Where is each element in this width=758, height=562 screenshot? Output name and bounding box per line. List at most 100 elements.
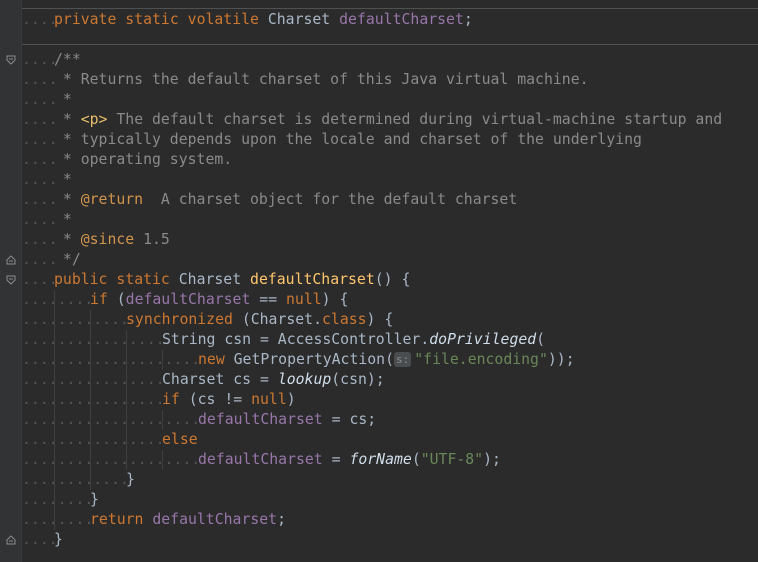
field-name: defaultCharset xyxy=(339,11,464,28)
javadoc-line[interactable]: * typically depends upon the locale and … xyxy=(54,130,642,150)
static-method-call: doPrivileged xyxy=(429,331,537,348)
code-area[interactable]: .... .... .... .... .... .... .... .... … xyxy=(22,0,758,562)
code-line-cs[interactable]: Charset cs = lookup(csn); xyxy=(162,370,385,390)
code-line-new-action[interactable]: new GetPropertyAction(s: "file.encoding")… xyxy=(198,350,575,370)
javadoc-open[interactable]: /** xyxy=(54,50,81,70)
punctuation: ) xyxy=(286,391,296,408)
javadoc-empty[interactable]: * xyxy=(54,210,72,230)
keyword: private xyxy=(54,11,117,28)
parameter-hint: s: xyxy=(394,352,412,367)
whitespace-marker: ........ xyxy=(22,291,94,308)
code-line-close-if[interactable]: } xyxy=(90,490,99,510)
punctuation: ) { xyxy=(321,291,349,308)
code-line-assign-cs[interactable]: defaultCharset = cs; xyxy=(198,410,376,430)
whitespace-marker: .................... xyxy=(22,451,201,468)
punctuation: = cs; xyxy=(322,411,377,428)
indent-guide xyxy=(162,410,163,430)
field-name: defaultCharset xyxy=(143,511,278,528)
whitespace-marker: .... xyxy=(22,111,58,128)
code-line-if[interactable]: if (defaultCharset == null) { xyxy=(90,290,348,310)
punctuation: ( xyxy=(411,451,421,468)
whitespace-marker: ........ xyxy=(22,491,94,508)
code-line-close-sync[interactable]: } xyxy=(126,470,135,490)
code-line-method-signature[interactable]: public static Charset defaultCharset() { xyxy=(54,270,410,290)
javadoc-empty[interactable]: * xyxy=(54,170,72,190)
whitespace-marker: ............ xyxy=(22,471,129,488)
code-line-synchronized[interactable]: synchronized (Charset.class) { xyxy=(126,310,393,330)
code-line-close-method[interactable]: } xyxy=(54,530,63,550)
whitespace-marker: ................ xyxy=(22,331,165,348)
punctuation: ) { xyxy=(366,311,394,328)
javadoc-prefix: * xyxy=(54,191,81,208)
html-tag: <p> xyxy=(80,111,108,128)
code-line-field[interactable]: private static volatile Charset defaultC… xyxy=(54,10,473,30)
keyword: volatile xyxy=(187,11,259,28)
fold-method-icon[interactable] xyxy=(5,274,17,286)
keyword: if xyxy=(162,391,180,408)
type-name: Charset xyxy=(267,11,331,28)
javadoc-line[interactable]: * Returns the default charset of this Ja… xyxy=(54,70,589,90)
punctuation: ( xyxy=(536,331,546,348)
punctuation: () { xyxy=(374,271,411,288)
static-method-call: lookup xyxy=(277,371,332,388)
string-literal: "file.encoding" xyxy=(414,351,548,368)
semicolon: ; xyxy=(463,11,473,28)
whitespace-marker: .................... xyxy=(22,351,201,368)
javadoc-prefix: * xyxy=(54,231,81,248)
indent-guide xyxy=(162,350,163,370)
indent-guide xyxy=(162,450,163,470)
field-name: defaultCharset xyxy=(198,451,323,468)
field-name: defaultCharset xyxy=(125,291,251,308)
type-name: Charset xyxy=(178,271,242,288)
keyword: static xyxy=(125,11,179,28)
string-literal: "UTF-8" xyxy=(420,451,484,468)
punctuation: )); xyxy=(547,351,575,368)
keyword: return xyxy=(90,511,144,528)
operator: = xyxy=(322,451,350,468)
operator: == xyxy=(250,291,287,308)
whitespace-marker: .... xyxy=(22,51,58,68)
fold-javadoc-end-icon[interactable] xyxy=(5,254,17,266)
code-line-else[interactable]: else xyxy=(162,430,198,450)
punctuation: (cs != xyxy=(179,391,252,408)
fold-javadoc-icon[interactable] xyxy=(5,54,17,66)
whitespace-marker: .... xyxy=(22,271,58,288)
whitespace-marker: ........ xyxy=(22,511,94,528)
javadoc-text: 1.5 xyxy=(134,231,170,248)
whitespace-marker: ................ xyxy=(22,371,165,388)
punctuation: ); xyxy=(483,451,501,468)
indent-guide xyxy=(126,330,127,470)
whitespace-marker: .... xyxy=(22,131,58,148)
whitespace-marker: .... xyxy=(22,11,58,28)
code-line-assign-utf8[interactable]: defaultCharset = forName("UTF-8"); xyxy=(198,450,501,470)
keyword: if xyxy=(90,291,108,308)
javadoc-empty[interactable]: * xyxy=(54,90,72,110)
declaration: String csn = AccessController. xyxy=(162,331,430,348)
javadoc-close[interactable]: */ xyxy=(54,250,81,270)
javadoc-text: A charset object for the default charset xyxy=(143,191,518,208)
fold-method-end-icon[interactable] xyxy=(5,534,17,546)
code-line-csn[interactable]: String csn = AccessController.doPrivileg… xyxy=(162,330,545,350)
method-name: defaultCharset xyxy=(250,271,375,288)
code-line-if-cs[interactable]: if (cs != null) xyxy=(162,390,296,410)
field-name: defaultCharset xyxy=(198,411,323,428)
constructor-call: GetPropertyAction( xyxy=(224,351,394,368)
whitespace-marker: ................ xyxy=(22,431,165,448)
javadoc-line[interactable]: * @return A charset object for the defau… xyxy=(54,190,517,210)
javadoc-tag: @return xyxy=(80,191,144,208)
whitespace-marker: .... xyxy=(22,151,58,168)
whitespace-marker: .... xyxy=(22,171,58,188)
code-editor[interactable]: .... .... .... .... .... .... .... .... … xyxy=(0,0,758,562)
whitespace-marker: ............ xyxy=(22,311,129,328)
semicolon: ; xyxy=(277,511,287,528)
whitespace-marker: .................... xyxy=(22,411,201,428)
whitespace-marker: .... xyxy=(22,251,58,268)
javadoc-line[interactable]: * <p> The default charset is determined … xyxy=(54,110,722,130)
punctuation: (Charset. xyxy=(232,311,322,328)
keyword: null xyxy=(286,291,322,308)
keyword: static xyxy=(116,271,170,288)
javadoc-line[interactable]: * @since 1.5 xyxy=(54,230,170,250)
javadoc-line[interactable]: * operating system. xyxy=(54,150,232,170)
javadoc-text: The default charset is determined during… xyxy=(107,111,723,128)
code-line-return[interactable]: return defaultCharset; xyxy=(90,510,286,530)
